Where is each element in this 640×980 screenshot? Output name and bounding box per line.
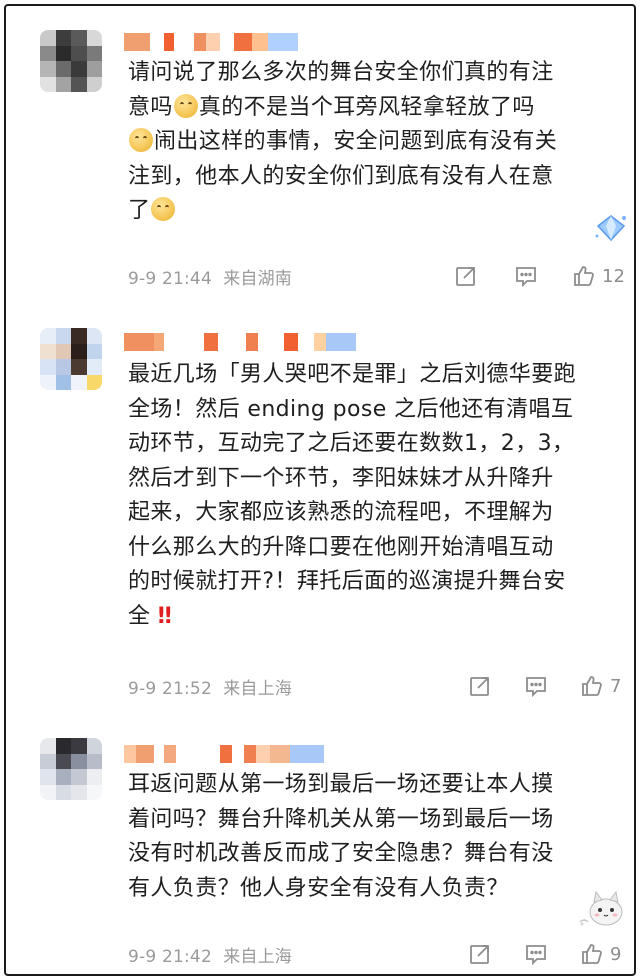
share-button[interactable]: [468, 942, 492, 966]
comment-text: 最近几场「男人哭吧不是罪」之后刘德华要跑 全场！然后 ending pose 之…: [128, 362, 577, 629]
comment-icon: [516, 267, 536, 288]
thumbs-up-icon: [574, 266, 594, 286]
comment-icon: [526, 677, 546, 698]
comment-meta: 9-9 21:52 来自上海: [128, 679, 292, 699]
username-blurred[interactable]: [124, 330, 356, 354]
avatar[interactable]: [40, 738, 102, 800]
thumbs-up-icon: [582, 944, 602, 964]
like-button[interactable]: 7: [580, 674, 621, 698]
comment-meta: 9-9 21:42 来自上海: [128, 947, 292, 967]
smile-emoji-icon: [129, 128, 153, 152]
reply-button[interactable]: [524, 942, 548, 966]
like-count: 9: [610, 943, 622, 965]
comment-text: 耳返问题从第一场到最后一场还要让本人摸 着问吗？舞台升降机关从第一场到最后一场 …: [128, 772, 554, 901]
reply-button[interactable]: [524, 674, 548, 698]
share-button[interactable]: [468, 674, 492, 698]
smile-emoji-icon: [151, 197, 176, 221]
share-button[interactable]: [454, 264, 478, 288]
share-icon: [470, 677, 489, 696]
share-icon: [470, 945, 489, 964]
avatar[interactable]: [40, 30, 102, 92]
smile-emoji-icon: [173, 93, 198, 118]
like-button[interactable]: 12: [572, 264, 625, 288]
like-count: 7: [610, 675, 622, 697]
avatar[interactable]: [40, 328, 102, 390]
share-icon: [456, 267, 475, 286]
comment-meta: 9-9 21:44 来自湖南: [128, 269, 292, 289]
username-blurred[interactable]: [124, 30, 298, 54]
cat-sticker-icon: [579, 890, 623, 926]
reply-button[interactable]: [514, 264, 538, 288]
username-blurred[interactable]: [124, 742, 324, 766]
diamond-sticker-icon: [595, 215, 626, 242]
comment-list: 请问说了那么多次的舞台安全你们真的有注 意吗 真的不是当个耳旁风轻拿轻放了吗 闹出…: [4, 4, 636, 976]
like-count: 12: [602, 265, 625, 287]
double-exclamation-emoji: ‼: [157, 603, 173, 629]
thumbs-up-icon: [582, 676, 602, 696]
comment-text: 请问说了那么多次的舞台安全你们真的有注 意吗 真的不是当个耳旁风轻拿轻放了吗 闹出…: [128, 60, 558, 223]
comment-icon: [526, 945, 546, 966]
like-button[interactable]: 9: [580, 942, 621, 966]
